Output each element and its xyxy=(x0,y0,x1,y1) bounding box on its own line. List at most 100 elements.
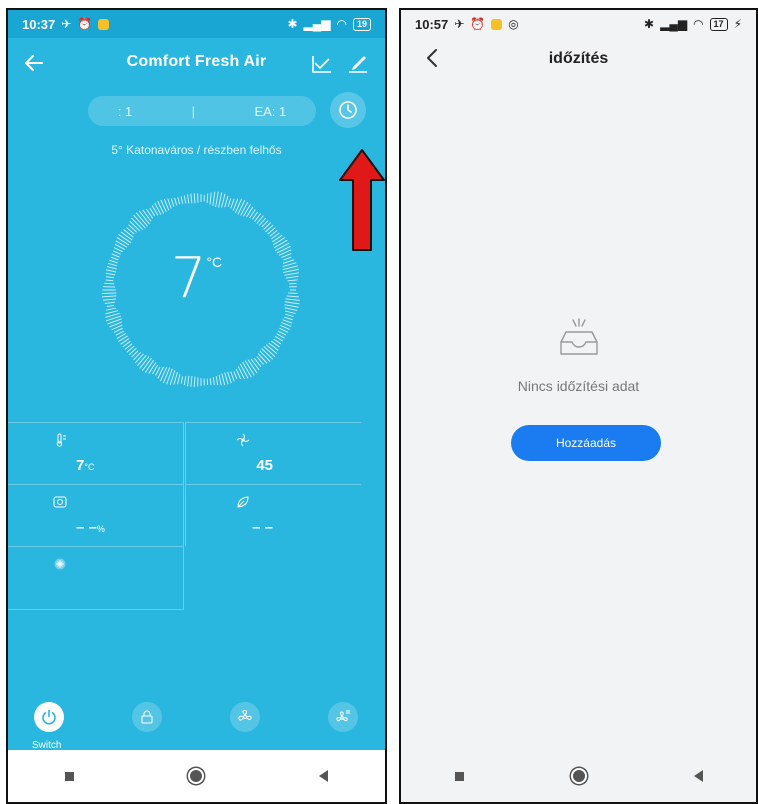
sensor-value-temperature: 7°C xyxy=(76,457,95,474)
sensor-value-humidity: – –% xyxy=(76,519,105,536)
dial-tick xyxy=(187,194,190,204)
red-arrow-annotation xyxy=(339,149,385,251)
sensor-value-fan: 45 xyxy=(256,457,273,474)
dial-tick xyxy=(190,193,193,204)
dial-tick xyxy=(144,359,155,373)
dial-tick xyxy=(174,197,178,206)
dial-tick xyxy=(193,193,196,204)
dial-tick xyxy=(278,330,287,336)
add-timer-button[interactable]: Hozzáadás xyxy=(511,425,661,461)
dial-tick xyxy=(173,371,178,385)
dial-tick xyxy=(250,358,260,371)
dial-tick xyxy=(259,350,271,362)
wifi-icon: ◠ xyxy=(336,17,347,31)
dial-tick xyxy=(268,342,279,351)
dial-tick xyxy=(128,224,138,233)
empty-inbox-icon xyxy=(560,318,598,355)
power-button[interactable] xyxy=(34,702,64,732)
system-nav-bar-right xyxy=(401,750,756,802)
dial-tick xyxy=(227,371,232,384)
dial-tick xyxy=(134,353,144,364)
dial-tick xyxy=(272,234,283,243)
dial-tick xyxy=(177,374,181,385)
dial-tick xyxy=(282,319,293,324)
dial-tick xyxy=(285,313,294,318)
app-notification-icon xyxy=(491,18,503,30)
dial-tick xyxy=(177,196,181,205)
dial-tick xyxy=(257,353,268,364)
power-icon xyxy=(42,710,56,725)
clock-icon xyxy=(339,101,357,119)
dial-tick xyxy=(105,310,119,315)
dial-tick xyxy=(183,375,187,386)
back-nav-icon[interactable] xyxy=(693,770,703,782)
dial-tick xyxy=(118,234,132,244)
ea-left-value: : 1 xyxy=(117,103,133,119)
fan-mode-icon xyxy=(336,710,350,722)
fan-speed-icon xyxy=(236,433,250,447)
wifi-icon: ◠ xyxy=(693,17,704,31)
edit-icon[interactable] xyxy=(347,52,369,74)
signal-icon: ▂▄▆ xyxy=(660,17,688,31)
home-nav-icon[interactable] xyxy=(570,768,587,784)
dial-tick xyxy=(209,378,212,385)
dial-tick xyxy=(180,376,184,384)
device-control-screen: 10:37 ✈ ⏰ ✱ ▂▄▆ ◠ 19 Comfort Fresh Air :… xyxy=(6,8,387,804)
dial-tick xyxy=(212,191,216,207)
back-nav-icon[interactable] xyxy=(318,770,328,782)
dial-tick xyxy=(183,195,187,204)
timer-screen: 10:57 ✈ ⏰ ◎ ✱ ▂▄▆ ◠ 17 ⚡ időzítés Nincs … xyxy=(399,8,758,804)
fan-button[interactable] xyxy=(230,702,260,732)
dial-tick xyxy=(180,196,184,204)
dial-tick xyxy=(212,377,215,386)
status-time: 10:37 xyxy=(22,16,56,32)
dial-tick xyxy=(136,354,147,367)
status-bar: 10:37 ✈ ⏰ ✱ ▂▄▆ ◠ 19 xyxy=(8,10,385,38)
fan-mode-button[interactable] xyxy=(328,702,358,732)
dial-tick xyxy=(154,202,162,215)
charging-icon: ⚡ xyxy=(733,17,742,31)
status-bar-right: 10:57 ✈ ⏰ ◎ ✱ ▂▄▆ ◠ 17 ⚡ xyxy=(401,10,756,38)
dial-tick xyxy=(237,366,245,380)
dial-tick xyxy=(193,376,196,387)
dial-tick xyxy=(113,327,123,333)
recents-nav-icon[interactable] xyxy=(65,771,75,781)
bluetooth-icon: ✱ xyxy=(287,17,298,31)
dial-tick xyxy=(221,193,226,208)
fan-icon xyxy=(238,709,252,721)
timer-button[interactable] xyxy=(330,92,366,128)
ea-separator: | xyxy=(191,103,196,119)
dial-tick xyxy=(190,376,193,387)
dial-tick xyxy=(129,220,141,232)
current-temperature: 7°C xyxy=(8,246,385,311)
dial-tick xyxy=(284,316,293,321)
lock-icon xyxy=(141,710,153,724)
home-nav-icon[interactable] xyxy=(188,768,205,784)
dial-tick xyxy=(162,367,171,384)
dial-tick xyxy=(148,362,157,374)
child-lock-button[interactable] xyxy=(132,702,162,732)
dial-tick xyxy=(224,372,229,385)
battery-icon: 17 xyxy=(709,17,728,31)
dial-tick xyxy=(233,371,238,380)
dial-tick xyxy=(230,198,235,209)
dial-tick xyxy=(142,209,152,222)
sensor-cell-temperature: 7°C xyxy=(8,422,184,484)
dial-tick xyxy=(240,201,249,216)
battery-icon: 19 xyxy=(352,17,371,31)
notification-icon: ✈ xyxy=(61,17,72,31)
dial-tick xyxy=(186,375,190,387)
dial-tick xyxy=(227,198,232,207)
dial-tick xyxy=(167,198,172,209)
temperature-unit: °C xyxy=(206,254,223,270)
ea-indicator: : 1 | EA: 1 xyxy=(88,96,316,126)
leaf-icon xyxy=(237,496,249,508)
dial-tick xyxy=(281,322,292,327)
chart-icon[interactable] xyxy=(311,53,333,75)
system-nav-bar xyxy=(8,750,385,802)
recents-nav-icon[interactable] xyxy=(454,771,464,781)
sensor-cell-fan: 45 xyxy=(185,422,361,484)
sensor-cell-air-quality: – – xyxy=(185,484,361,546)
dial-tick xyxy=(243,203,251,217)
dial-tick xyxy=(234,198,242,213)
